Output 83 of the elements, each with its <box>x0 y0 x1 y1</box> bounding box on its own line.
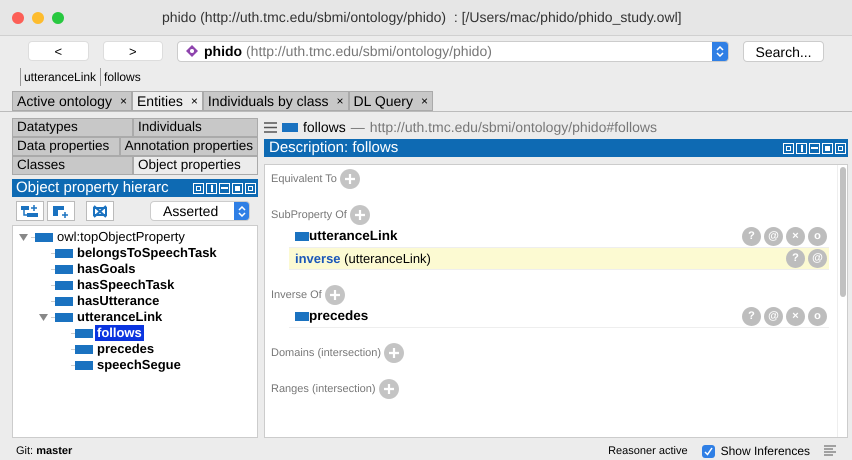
tree-item[interactable]: hasSpeechTask <box>75 277 176 293</box>
forward-button[interactable]: > <box>102 41 163 61</box>
property-icon <box>35 232 53 242</box>
breadcrumb-item[interactable]: utteranceLink <box>20 68 96 86</box>
plus-icon <box>354 209 366 221</box>
separator-dash: — <box>350 118 365 136</box>
tab[interactable]: Active ontology × <box>12 91 132 111</box>
section-label: Domains (intersection) <box>271 346 382 361</box>
add-sibling-button[interactable] <box>47 201 75 221</box>
close-tab-button[interactable]: × <box>120 92 127 110</box>
search-button[interactable]: Search... <box>743 40 824 62</box>
entity-name: follows <box>303 118 346 136</box>
back-button[interactable]: < <box>28 41 88 61</box>
dropdown-icon <box>234 202 249 220</box>
plus-icon <box>344 173 356 185</box>
section-label: Ranges (intersection) <box>271 382 376 397</box>
entity-tab[interactable]: Data properties <box>12 137 120 156</box>
view-controls-icon[interactable] <box>783 142 846 154</box>
property-icon <box>55 312 73 322</box>
scrollbar[interactable] <box>837 165 847 437</box>
property-icon <box>55 248 73 258</box>
item-expression: inverse (utteranceLink) <box>295 250 431 268</box>
ontology-icon <box>186 45 198 57</box>
section-label: SubProperty Of <box>271 208 347 223</box>
tab[interactable]: Individuals by class × <box>202 91 349 111</box>
show-inferences-checkbox[interactable] <box>702 444 715 458</box>
delete-button[interactable] <box>86 201 114 221</box>
tree-item[interactable]: speechSegue <box>95 357 183 373</box>
property-icon <box>55 296 73 306</box>
property-icon <box>282 122 298 132</box>
window-title: phido (http://uth.tmc.edu/sbmi/ontology/phido) : [/Users/mac/phido/phido_study.owl] <box>162 8 682 27</box>
tree-item[interactable]: precedes <box>95 341 156 357</box>
plus-icon <box>328 289 341 301</box>
close-tab-button[interactable]: × <box>420 92 428 110</box>
plus-icon <box>388 347 400 359</box>
ontology-selector[interactable]: phido (http://uth.tmc.edu/sbmi/ontology/phido) <box>177 40 730 62</box>
entity-tab[interactable]: Datatypes <box>12 118 133 137</box>
tree-item[interactable]: owl:topObjectProperty <box>55 229 187 245</box>
item-label: utteranceLink <box>309 227 398 246</box>
tree-item[interactable]: hasUtterance <box>75 293 162 309</box>
entity-tab[interactable]: Classes <box>12 156 133 175</box>
tree-item[interactable]: follows <box>95 325 144 341</box>
tree-item[interactable]: belongsToSpeechTask <box>75 245 219 261</box>
property-icon <box>75 344 93 354</box>
checkbox-label: Show Inferences <box>720 443 810 460</box>
view-controls-icon[interactable] <box>193 182 256 194</box>
property-icon <box>75 328 93 338</box>
reasoner-status: Reasoner active <box>608 444 688 459</box>
delete-icon <box>92 204 108 218</box>
menu-icon[interactable] <box>264 122 277 132</box>
entity-tab[interactable]: Individuals <box>133 118 258 137</box>
property-icon <box>55 264 73 274</box>
tab[interactable]: DL Query × <box>348 91 433 111</box>
tab[interactable]: Entities × <box>132 91 203 111</box>
close-tab-button[interactable]: × <box>336 92 344 110</box>
window-control-icon[interactable] <box>12 12 24 24</box>
tree-item[interactable]: hasGoals <box>75 261 138 277</box>
mode-dropdown[interactable]: Asserted <box>150 201 250 221</box>
property-icon <box>295 232 309 241</box>
section-label: Inverse Of <box>271 288 322 303</box>
property-icon <box>75 360 93 370</box>
window-control-icon[interactable] <box>52 12 64 24</box>
add-subproperty-button[interactable] <box>16 201 44 221</box>
git-status: Git: master <box>16 444 72 459</box>
close-tab-button[interactable]: × <box>190 92 198 110</box>
add-subproperty-icon <box>21 204 39 218</box>
item-label: precedes <box>309 307 368 326</box>
entity-tab[interactable]: Object properties <box>133 156 258 175</box>
breadcrumb-item[interactable]: follows <box>100 68 141 86</box>
panel-title: Description: follows <box>269 138 398 158</box>
collapse-icon[interactable] <box>38 314 48 320</box>
plus-icon <box>382 383 395 395</box>
collapse-icon[interactable] <box>18 234 28 240</box>
tree-item[interactable]: utteranceLink <box>75 309 164 325</box>
add-sibling-icon <box>52 204 70 218</box>
property-icon <box>295 312 309 321</box>
entity-tab[interactable]: Annotation properties <box>120 137 258 156</box>
property-icon <box>55 280 73 290</box>
section-label: Equivalent To <box>271 172 337 187</box>
entity-iri: http://uth.tmc.edu/sbmi/ontology/phido#follows <box>370 118 657 137</box>
dropdown-icon <box>712 42 728 60</box>
panel-title: Object property hierarc <box>16 178 169 198</box>
list-icon[interactable] <box>824 445 836 457</box>
